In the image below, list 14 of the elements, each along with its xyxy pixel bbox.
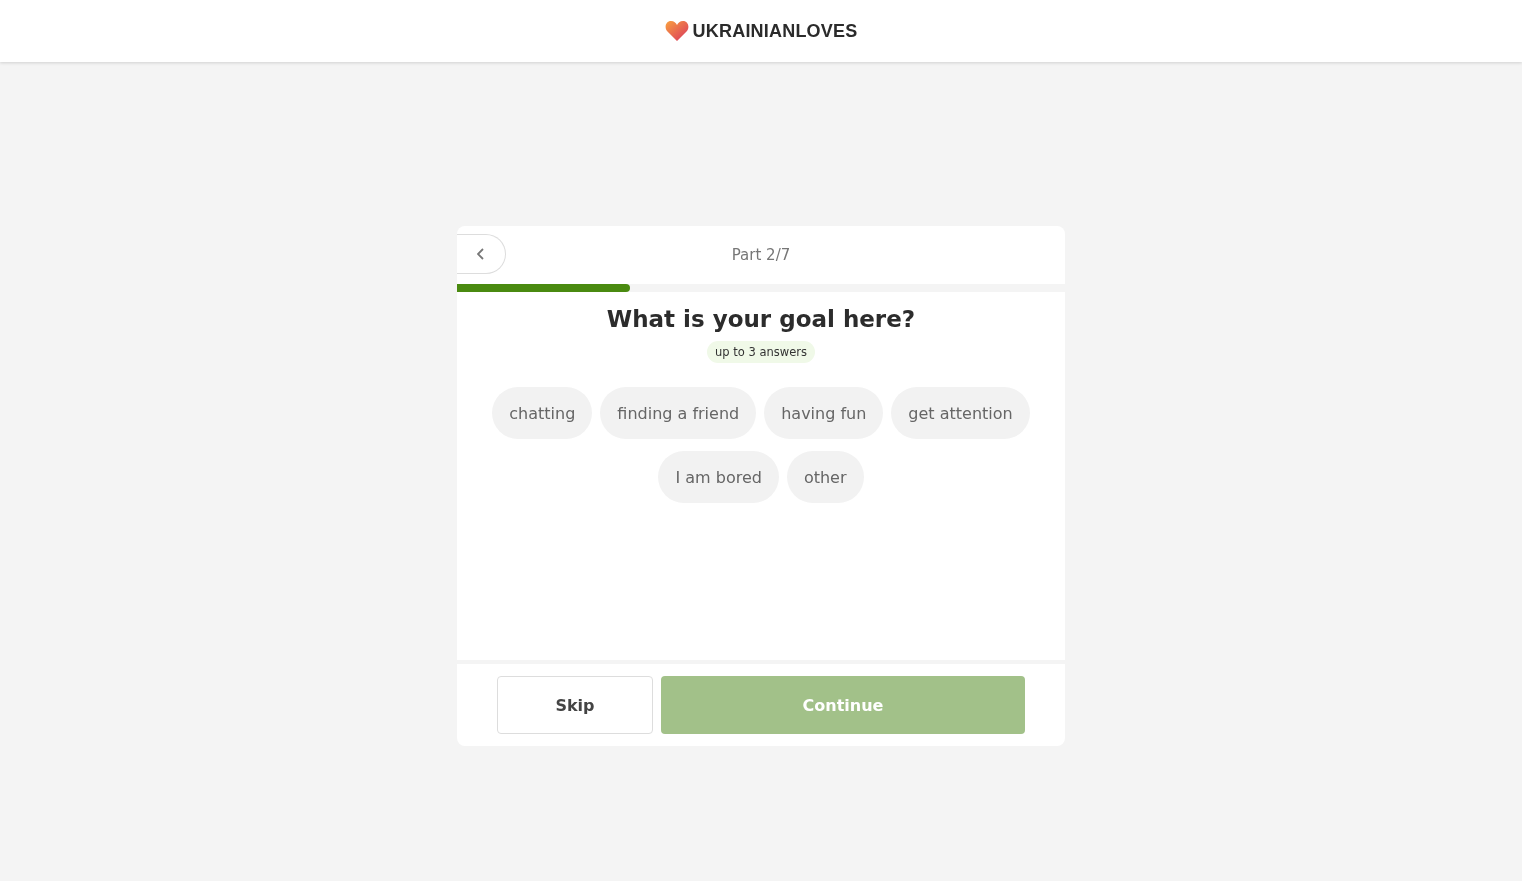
answer-option[interactable]: get attention (891, 387, 1030, 439)
chevron-left-icon (476, 248, 485, 260)
heart-logo-icon (664, 20, 689, 42)
answer-option[interactable]: having fun (764, 387, 884, 439)
answer-option[interactable]: finding a friend (600, 387, 757, 439)
logo-text: UKRAINIANLOVES (692, 20, 858, 42)
answer-option[interactable]: other (786, 451, 864, 503)
question-title: What is your goal here? (606, 306, 916, 332)
answer-option[interactable]: I am bored (658, 451, 779, 503)
answer-option[interactable]: chatting (492, 387, 593, 439)
part-counter: Part 2/7 (731, 246, 791, 264)
skip-button[interactable]: Skip (497, 676, 653, 734)
back-button[interactable] (457, 234, 506, 274)
answer-limit-tag: up to 3 answers (707, 341, 815, 363)
